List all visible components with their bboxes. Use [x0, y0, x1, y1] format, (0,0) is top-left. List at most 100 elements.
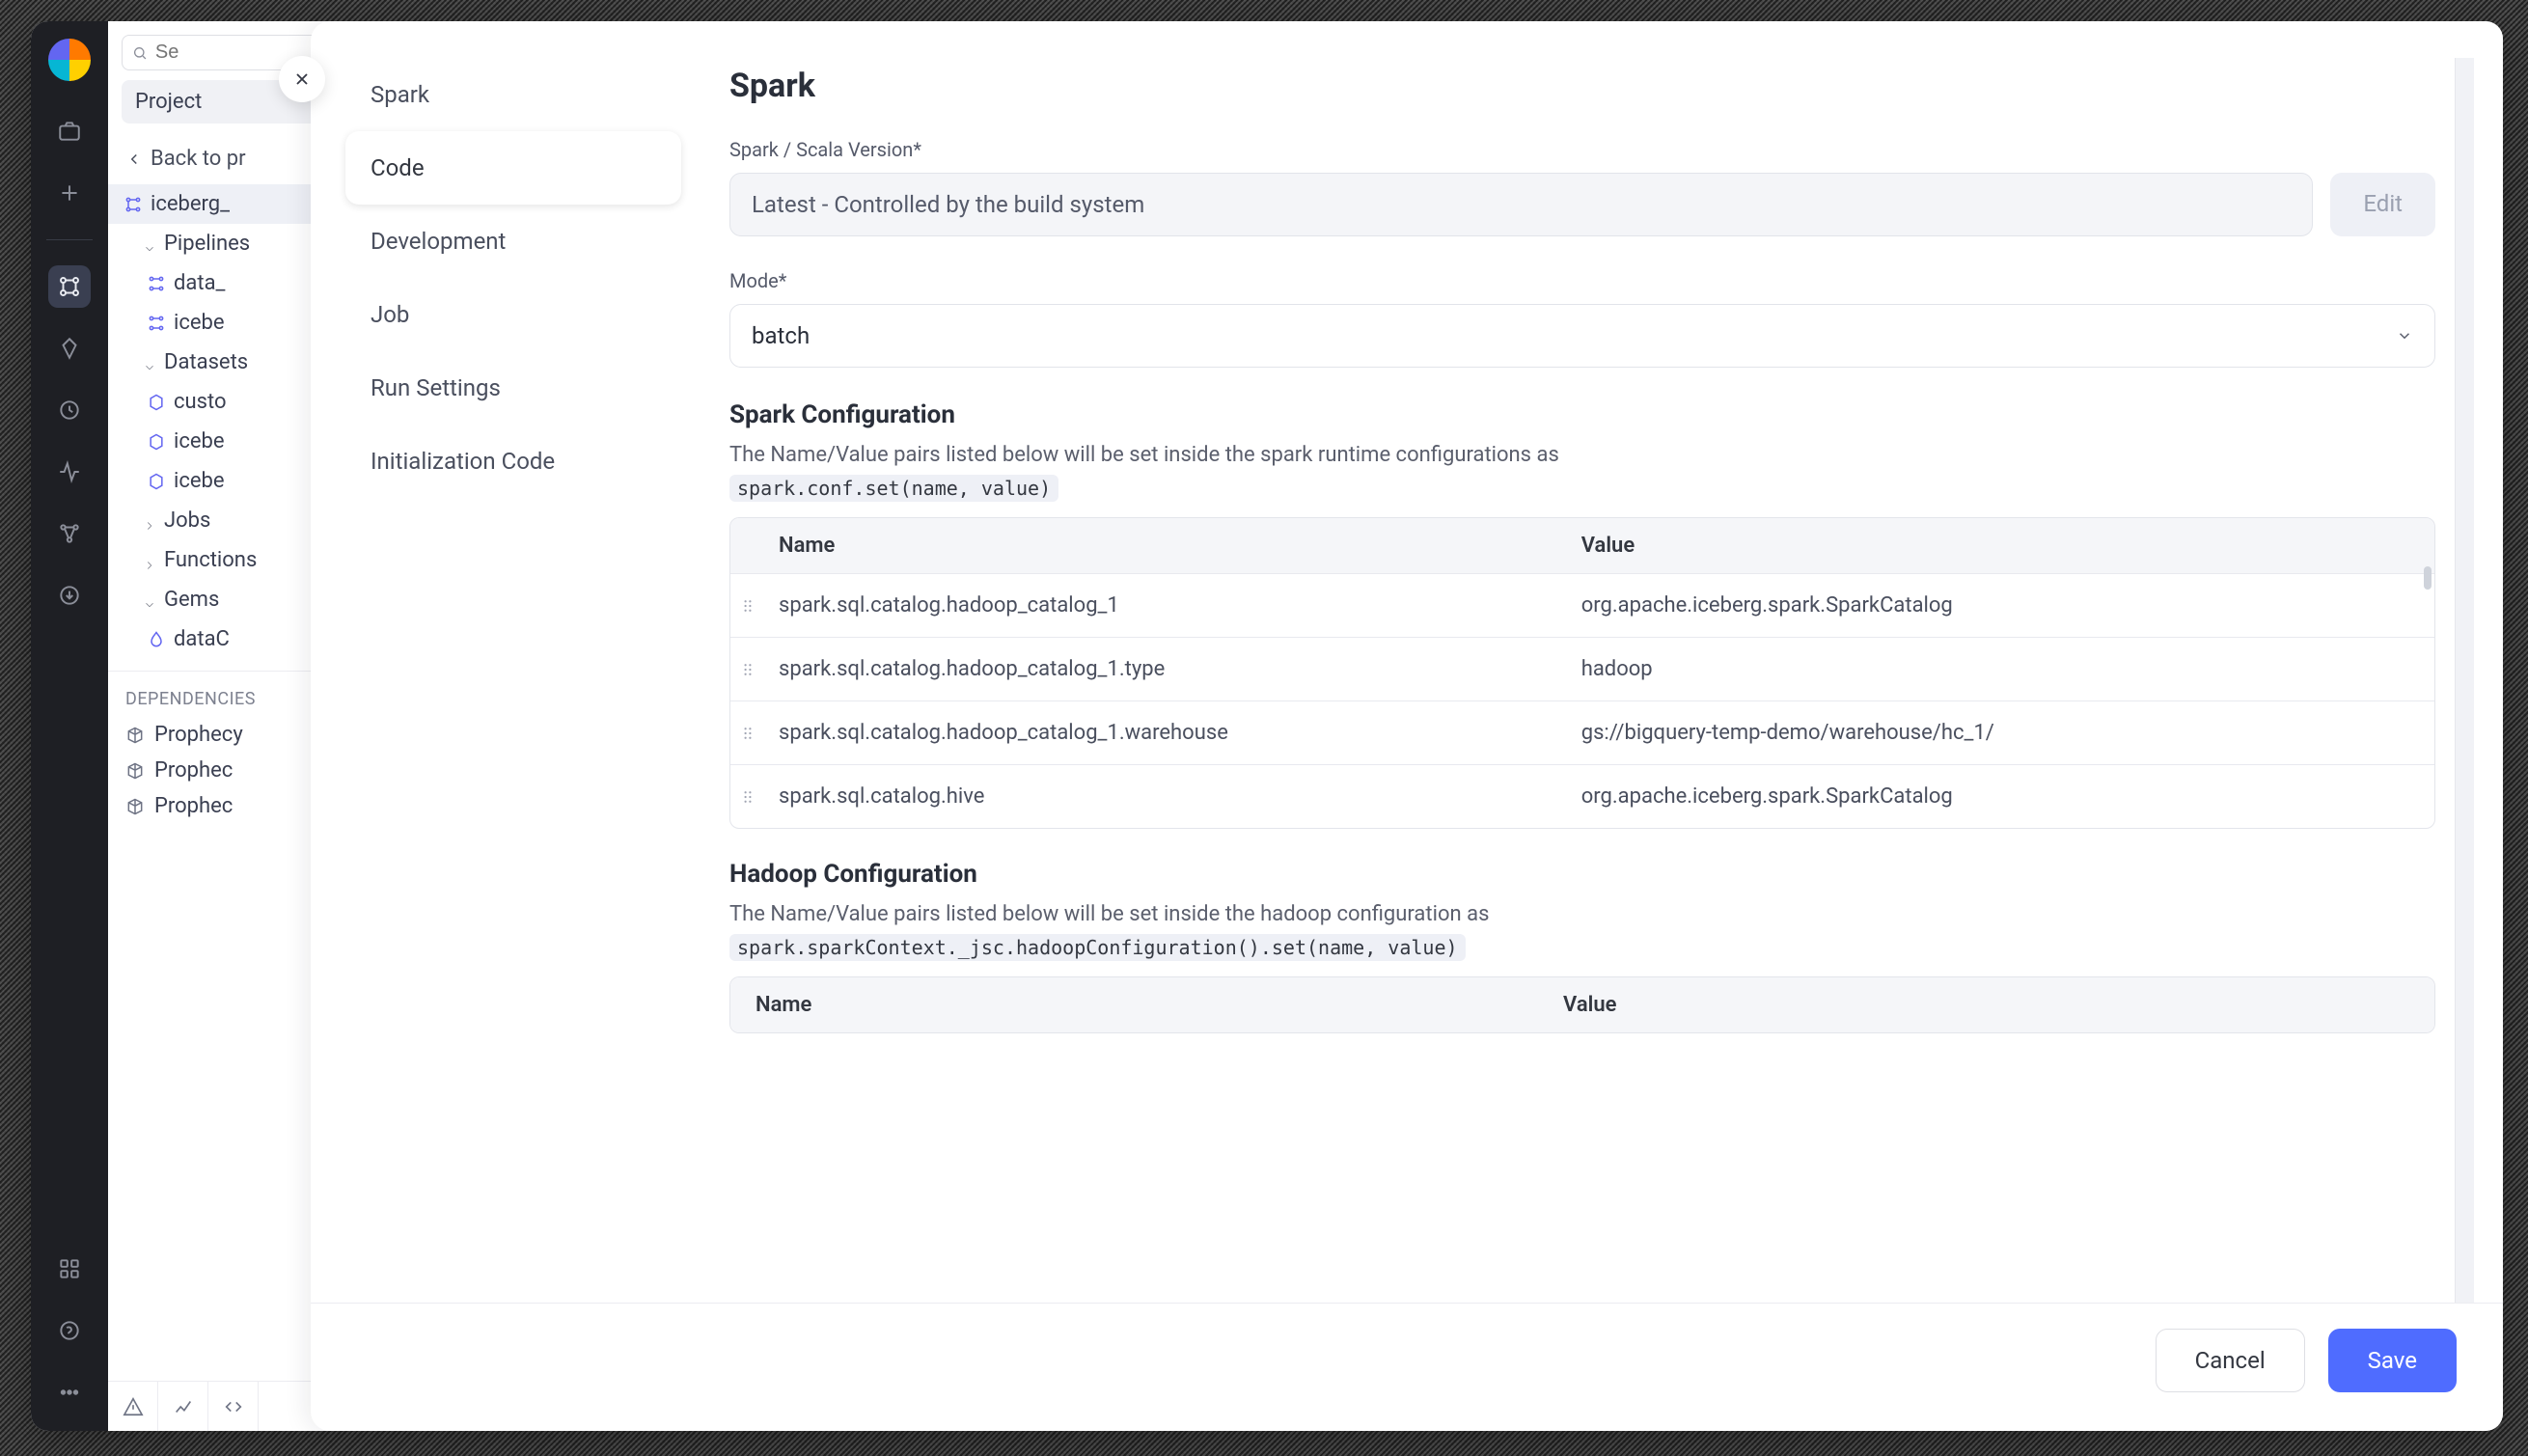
package-icon	[125, 726, 145, 745]
spark-conf-table: Name Value spark.sql.catalog.hadoop_cata…	[729, 517, 2435, 829]
rail-camera-icon[interactable]	[48, 110, 91, 152]
cell-value: org.apache.iceberg.spark.SparkCatalog	[1568, 765, 2434, 828]
tree-item-label: icebe	[174, 429, 225, 453]
page-title: Spark	[729, 58, 2435, 138]
mode-value: batch	[752, 322, 810, 349]
caret-down-icon	[143, 237, 156, 251]
tree-item-label: icebe	[174, 469, 225, 493]
tree-gems-label: Gems	[164, 588, 219, 612]
modal-scrollbar[interactable]	[2455, 58, 2474, 1303]
table-row[interactable]: spark.sql.catalog.hive org.apache.iceber…	[730, 764, 2434, 828]
cell-name: spark.sql.catalog.hadoop_catalog_1.type	[765, 638, 1568, 701]
col-value: Value	[1550, 977, 2434, 1032]
tree-item-label: dataC	[174, 627, 230, 651]
nav-spark[interactable]: Spark	[345, 58, 681, 131]
hadoop-conf-table: Name Value	[729, 976, 2435, 1033]
table-row[interactable]: spark.sql.catalog.hadoop_catalog_1 org.a…	[730, 573, 2434, 637]
rail-activity-icon[interactable]	[48, 451, 91, 493]
tree-jobs-label: Jobs	[164, 508, 210, 533]
chevron-down-icon	[2396, 327, 2413, 344]
cell-value: gs://bigquery-temp-demo/warehouse/hc_1/	[1568, 701, 2434, 764]
cell-name: spark.sql.catalog.hadoop_catalog_1	[765, 574, 1568, 637]
caret-down-icon	[143, 356, 156, 370]
rail-download-icon[interactable]	[48, 574, 91, 617]
settings-modal: Spark Code Development Job Run Settings …	[311, 21, 2503, 1431]
package-icon	[125, 797, 145, 816]
drag-handle-icon[interactable]	[730, 705, 765, 761]
problems-icon[interactable]	[108, 1382, 158, 1431]
spark-conf-desc: The Name/Value pairs listed below will b…	[729, 443, 2435, 467]
settings-content: Spark Spark / Scala Version* Latest - Co…	[681, 58, 2455, 1303]
version-field: Latest - Controlled by the build system	[729, 173, 2313, 236]
drag-handle-icon[interactable]	[730, 769, 765, 825]
tree-item-label: data_	[174, 271, 225, 295]
col-name: Name	[765, 518, 1568, 573]
table-row[interactable]: spark.sql.catalog.hadoop_catalog_1.type …	[730, 637, 2434, 701]
hexagon-icon	[147, 393, 166, 412]
app-logo	[48, 39, 91, 81]
cell-value: hadoop	[1568, 638, 2434, 701]
code-icon[interactable]	[208, 1382, 259, 1431]
pipeline-icon	[124, 195, 143, 214]
hadoop-conf-title: Hadoop Configuration	[729, 860, 2435, 889]
hadoop-conf-code: spark.sparkContext._jsc.hadoopConfigurat…	[729, 934, 1466, 961]
col-name: Name	[730, 977, 1550, 1032]
save-button[interactable]: Save	[2328, 1329, 2457, 1392]
back-label: Back to pr	[151, 147, 246, 171]
dependency-label: Prophec	[154, 794, 233, 818]
caret-down-icon	[143, 593, 156, 607]
pipeline-icon	[147, 314, 166, 333]
nav-init-code[interactable]: Initialization Code	[345, 425, 681, 498]
project-title: iceberg_	[151, 192, 230, 216]
cell-value: org.apache.iceberg.spark.SparkCatalog	[1568, 574, 2434, 637]
mode-select[interactable]: batch	[729, 304, 2435, 368]
metrics-icon[interactable]	[158, 1382, 208, 1431]
cell-name: spark.sql.catalog.hadoop_catalog_1.wareh…	[765, 701, 1568, 764]
search-icon	[132, 44, 148, 62]
caret-right-icon	[143, 514, 156, 528]
caret-right-icon	[143, 554, 156, 567]
nav-development[interactable]: Development	[345, 205, 681, 278]
spark-conf-code: spark.conf.set(name, value)	[729, 475, 1058, 502]
hadoop-conf-desc: The Name/Value pairs listed below will b…	[729, 902, 2435, 926]
col-value: Value	[1568, 518, 2434, 573]
nav-run-settings[interactable]: Run Settings	[345, 351, 681, 425]
nav-job[interactable]: Job	[345, 278, 681, 351]
rail-pipeline-icon[interactable]	[48, 265, 91, 308]
spark-conf-title: Spark Configuration	[729, 400, 2435, 429]
tree-item-label: custo	[174, 390, 227, 414]
drag-handle-icon[interactable]	[730, 642, 765, 698]
rail-graph-icon[interactable]	[48, 512, 91, 555]
arrow-left-icon	[125, 151, 143, 168]
hexagon-icon	[147, 432, 166, 452]
dependency-label: Prophec	[154, 758, 233, 783]
tree-pipelines-label: Pipelines	[164, 232, 250, 256]
cell-name: spark.sql.catalog.hive	[765, 765, 1568, 828]
package-icon	[125, 761, 145, 781]
tree-functions-label: Functions	[164, 548, 257, 572]
tree-datasets-label: Datasets	[164, 350, 248, 374]
table-row[interactable]: spark.sql.catalog.hadoop_catalog_1.wareh…	[730, 701, 2434, 764]
version-label: Spark / Scala Version*	[729, 138, 2435, 161]
rail-help-icon[interactable]	[48, 1309, 91, 1352]
nav-code[interactable]: Code	[345, 131, 681, 205]
dependency-label: Prophecy	[154, 723, 243, 747]
rail-gem-icon[interactable]	[48, 327, 91, 370]
mode-label: Mode*	[729, 269, 2435, 292]
left-rail	[31, 21, 108, 1431]
rail-more-icon[interactable]	[48, 1371, 91, 1414]
drop-icon	[147, 630, 166, 649]
pipeline-icon	[147, 274, 166, 293]
table-scrollbar-thumb[interactable]	[2424, 566, 2432, 590]
tree-item-label: icebe	[174, 311, 225, 335]
hexagon-icon	[147, 472, 166, 491]
cancel-button[interactable]: Cancel	[2156, 1329, 2305, 1392]
rail-clock-icon[interactable]	[48, 389, 91, 431]
rail-add-icon[interactable]	[48, 172, 91, 214]
close-button[interactable]	[279, 56, 325, 102]
edit-button[interactable]: Edit	[2330, 173, 2435, 236]
modal-footer: Cancel Save	[311, 1303, 2503, 1431]
rail-apps-icon[interactable]	[48, 1248, 91, 1290]
drag-handle-icon[interactable]	[730, 578, 765, 634]
close-icon	[292, 69, 312, 89]
